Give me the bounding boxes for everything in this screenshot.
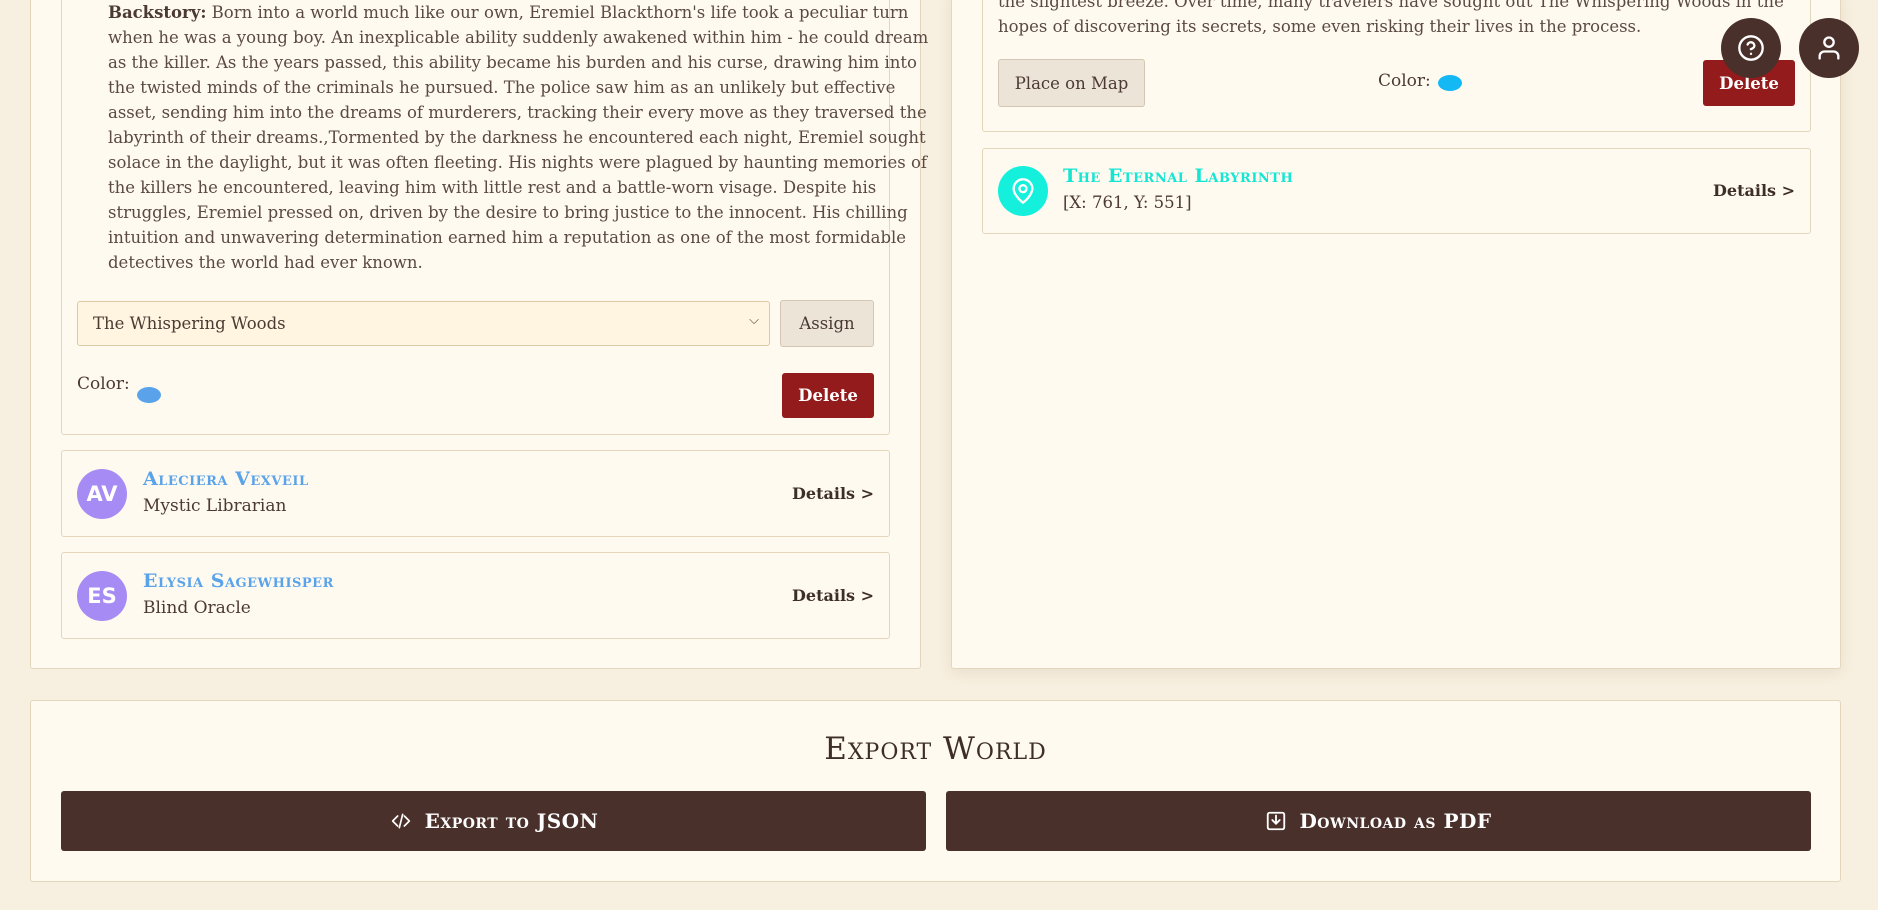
character-card-expanded: Backstory: Born into a world much like o…	[61, 0, 928, 435]
location-select-value: The Whispering Woods	[93, 314, 286, 333]
help-button[interactable]	[1721, 18, 1781, 78]
location-card-expanded: the slightest breeze. Over time, many tr…	[982, 0, 1811, 132]
download-pdf-button[interactable]: Download as PDF	[946, 791, 1811, 851]
details-link[interactable]: Details >	[1713, 181, 1795, 200]
color-label: Color:	[77, 374, 130, 394]
character-panel: Backstory: Born into a world much like o…	[30, 0, 928, 669]
export-json-label: Export to JSON	[424, 809, 599, 833]
avatar: ES	[77, 571, 127, 621]
code-icon	[391, 813, 410, 829]
export-title: Export World	[824, 731, 1047, 767]
export-json-button[interactable]: Export to JSON	[61, 791, 926, 851]
help-circle-icon	[1738, 35, 1764, 61]
location-coords: [X: 761, Y: 551]	[1063, 193, 1192, 212]
color-label: Color:	[1378, 71, 1431, 91]
assign-button[interactable]: Assign	[780, 300, 874, 347]
avatar: AV	[77, 469, 127, 519]
character-role: Mystic Librarian	[143, 496, 287, 516]
map-pin-icon	[998, 166, 1048, 216]
color-swatch[interactable]	[137, 387, 161, 403]
character-card[interactable]: AV Aleciera Vexveil Mystic Librarian Det…	[61, 450, 890, 537]
location-card[interactable]: The Eternal Labyrinth [X: 761, Y: 551] D…	[982, 148, 1811, 234]
backstory-label: Backstory:	[108, 3, 207, 22]
user-button[interactable]	[1799, 18, 1859, 78]
user-icon	[1818, 36, 1840, 60]
location-select[interactable]: The Whispering Woods ⌵	[77, 301, 770, 346]
color-swatch[interactable]	[1438, 75, 1462, 91]
download-icon	[1267, 811, 1286, 831]
export-panel: Export World Export to JSON Download as …	[30, 700, 1841, 882]
character-name: Aleciera Vexveil	[143, 468, 309, 490]
details-link[interactable]: Details >	[792, 484, 874, 503]
backstory-body: Born into a world much like our own, Ere…	[108, 3, 929, 272]
location-name: The Eternal Labyrinth	[1063, 165, 1294, 187]
download-pdf-label: Download as PDF	[1299, 809, 1492, 833]
character-name: Elysia Sagewhisper	[143, 570, 334, 592]
character-card[interactable]: ES Elysia Sagewhisper Blind Oracle Detai…	[61, 552, 890, 639]
location-description: the slightest breeze. Over time, many tr…	[998, 0, 1784, 36]
location-panel: the slightest breeze. Over time, many tr…	[951, 0, 1841, 669]
character-role: Blind Oracle	[143, 598, 251, 618]
chevron-down-icon: ⌵	[749, 313, 759, 328]
details-link[interactable]: Details >	[792, 586, 874, 605]
place-on-map-button[interactable]: Place on Map	[998, 59, 1145, 107]
delete-button[interactable]: Delete	[782, 373, 874, 418]
backstory-text: Backstory: Born into a world much like o…	[108, 0, 933, 275]
